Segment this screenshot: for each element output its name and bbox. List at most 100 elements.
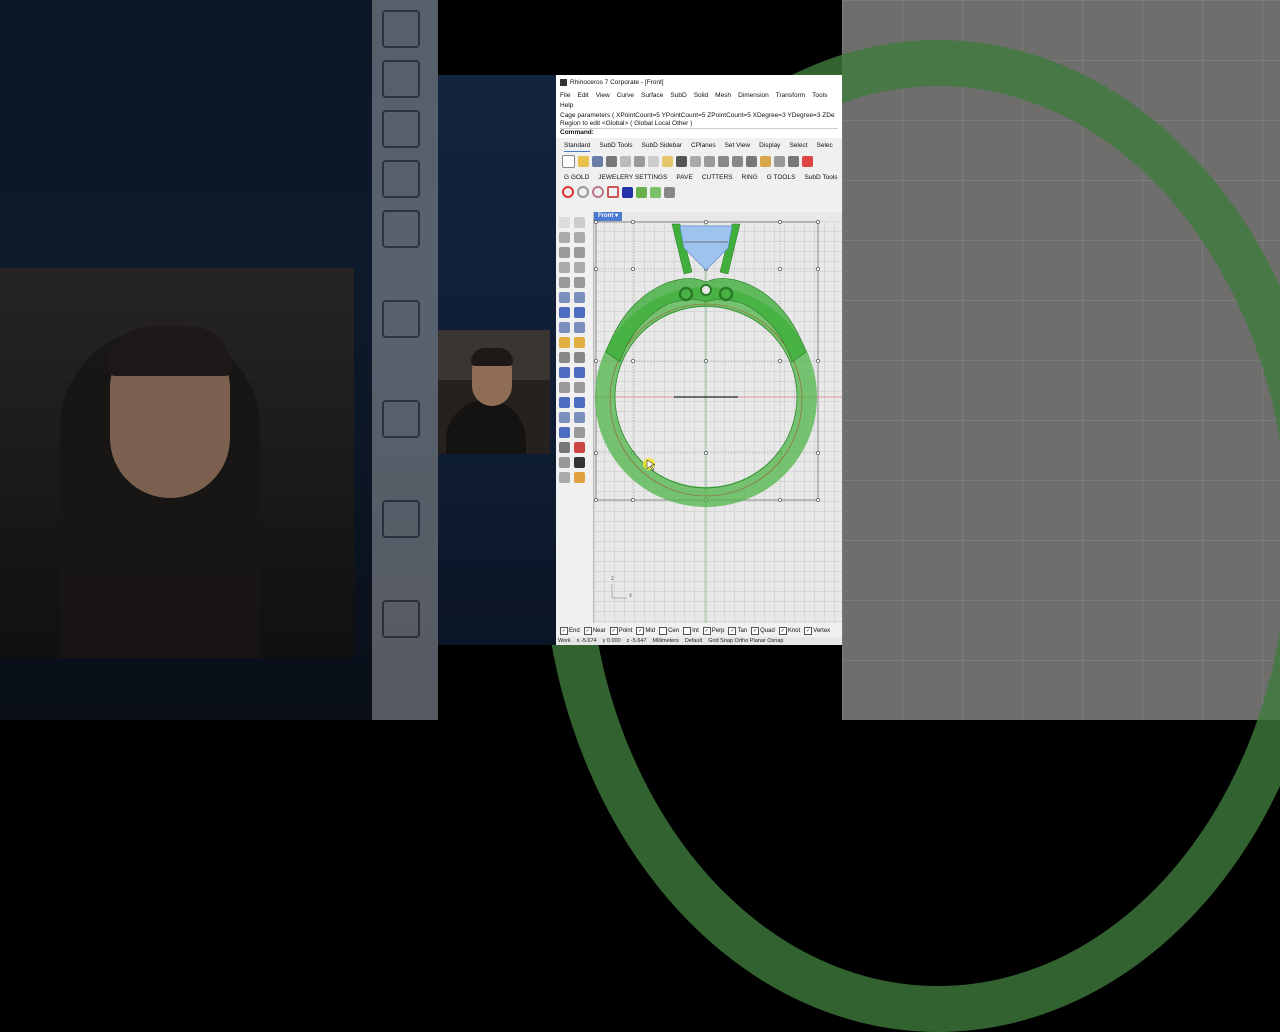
checkmark-icon[interactable]: [574, 457, 585, 468]
points-on-icon[interactable]: [574, 367, 585, 378]
mesh-icon[interactable]: [559, 442, 570, 453]
checkbox-icon[interactable]: ✓: [751, 626, 760, 635]
tab-subd-tools-2[interactable]: SubD Tools: [804, 173, 837, 183]
menu-help[interactable]: Help: [560, 101, 573, 111]
zoom-icon[interactable]: [718, 155, 729, 167]
command-prompt[interactable]: Command:: [560, 128, 838, 137]
ring-circle-icon[interactable]: [562, 186, 574, 198]
menu-file[interactable]: File: [560, 91, 570, 101]
checkbox-icon[interactable]: ✓: [778, 626, 787, 635]
checkbox-icon[interactable]: ✓: [804, 626, 813, 635]
select-arrow-icon[interactable]: [559, 217, 570, 228]
mirror-icon[interactable]: [574, 412, 585, 423]
solid-edit-icon[interactable]: [574, 307, 585, 318]
zoom-selected-icon[interactable]: [760, 155, 771, 167]
surface-icon[interactable]: [559, 292, 570, 303]
osnap-point[interactable]: ✓ Point: [609, 626, 632, 635]
tab-set-view[interactable]: Set View: [725, 141, 751, 152]
freeform-icon[interactable]: [574, 277, 585, 288]
cage-edit-icon[interactable]: [559, 457, 570, 468]
tab-cutters[interactable]: CUTTERS: [702, 173, 733, 183]
checkbox-icon[interactable]: [659, 626, 668, 635]
drafting-icon[interactable]: [574, 442, 585, 453]
cut-icon[interactable]: [634, 155, 645, 167]
copy-icon[interactable]: [648, 155, 659, 167]
tab-subd-tools[interactable]: SubD Tools: [599, 141, 632, 152]
checkbox-icon[interactable]: ✓: [728, 626, 737, 635]
tab-ring[interactable]: RING: [742, 173, 758, 183]
dimension-icon[interactable]: [574, 397, 585, 408]
menu-solid[interactable]: Solid: [694, 91, 708, 101]
ellipse-icon[interactable]: [574, 247, 585, 258]
status-units[interactable]: Millimeters: [653, 637, 679, 645]
osnap-end[interactable]: ✓ End: [560, 626, 580, 635]
checkbox-icon[interactable]: ✓: [560, 626, 568, 635]
polygon-icon[interactable]: [559, 277, 570, 288]
osnap-perp[interactable]: ✓ Perp: [702, 626, 724, 635]
tab-select-more[interactable]: Selec: [817, 141, 833, 152]
osnap-int[interactable]: Int: [683, 626, 699, 635]
menu-view[interactable]: View: [596, 91, 610, 101]
pan-hand-icon[interactable]: [690, 155, 701, 167]
point-icon[interactable]: [574, 217, 585, 228]
bezel-icon[interactable]: [577, 186, 589, 198]
cylinder-icon[interactable]: [559, 322, 570, 333]
paste-icon[interactable]: [662, 155, 673, 167]
menu-edit[interactable]: Edit: [577, 91, 588, 101]
import-icon[interactable]: [620, 155, 631, 167]
menu-surface[interactable]: Surface: [641, 91, 663, 101]
box-solid-icon[interactable]: [559, 307, 570, 318]
gem-square-icon[interactable]: [607, 186, 619, 198]
osnap-knot[interactable]: ✓ Knot: [778, 626, 800, 635]
highlight-icon[interactable]: [574, 472, 585, 483]
zoom-window-icon[interactable]: [732, 155, 743, 167]
polyline-icon[interactable]: [559, 232, 570, 243]
front-viewport[interactable]: Front ▾ z x: [593, 212, 842, 623]
menu-dimension[interactable]: Dimension: [738, 91, 769, 101]
tab-g-gold[interactable]: G GOLD: [564, 173, 589, 183]
split-icon[interactable]: [574, 352, 585, 363]
offset-icon[interactable]: [574, 382, 585, 393]
osnap-cen[interactable]: Cen: [659, 626, 679, 635]
tab-select[interactable]: Select: [789, 141, 807, 152]
menu-subd[interactable]: SubD: [670, 91, 686, 101]
four-viewports-icon[interactable]: [774, 155, 785, 167]
tab-jewelery-settings[interactable]: JEWELERY SETTINGS: [598, 173, 667, 183]
status-modes[interactable]: Grid Snap Ortho Planar Osnap: [708, 637, 783, 645]
transform-icon[interactable]: [574, 337, 585, 348]
rectangle-icon[interactable]: [574, 262, 585, 273]
save-icon[interactable]: [592, 155, 603, 167]
zoom-extents-icon[interactable]: [746, 155, 757, 167]
status-layer[interactable]: Default: [685, 637, 702, 645]
shield-gem-icon[interactable]: [622, 186, 633, 198]
checkbox-icon[interactable]: ✓: [636, 626, 645, 635]
gem-cut-icon[interactable]: [636, 186, 647, 198]
osnap-quad[interactable]: ✓ Quad: [751, 626, 775, 635]
open-folder-icon[interactable]: [578, 155, 589, 167]
curve-icon[interactable]: [574, 232, 585, 243]
osnap-mid[interactable]: ✓ Mid: [636, 626, 655, 635]
print-icon[interactable]: [606, 155, 617, 167]
tab-display[interactable]: Display: [759, 141, 780, 152]
arc-icon[interactable]: [559, 262, 570, 273]
boolean-icon[interactable]: [559, 367, 570, 378]
gem-tools-icon[interactable]: [664, 186, 675, 198]
rotate-view-icon[interactable]: [704, 155, 715, 167]
tab-pave[interactable]: PAVE: [676, 173, 692, 183]
new-file-icon[interactable]: [562, 154, 575, 168]
render-icon[interactable]: [559, 427, 570, 438]
checkbox-icon[interactable]: ✓: [609, 626, 618, 635]
undo-icon[interactable]: [676, 155, 687, 167]
menu-transform[interactable]: Transform: [776, 91, 805, 101]
gumball-icon[interactable]: [559, 337, 570, 348]
analyze-icon[interactable]: [574, 427, 585, 438]
array-icon[interactable]: [559, 412, 570, 423]
tab-g-tools[interactable]: G TOOLS: [767, 173, 796, 183]
checkbox-icon[interactable]: ✓: [583, 626, 592, 635]
grid-icon[interactable]: [788, 155, 799, 167]
gem-pave-icon[interactable]: [650, 186, 661, 198]
status-cplane[interactable]: Work: [558, 637, 571, 645]
menu-curve[interactable]: Curve: [617, 91, 634, 101]
tab-subd-sidebar[interactable]: SubD Sidebar: [642, 141, 682, 152]
tab-cplanes[interactable]: CPlanes: [691, 141, 716, 152]
